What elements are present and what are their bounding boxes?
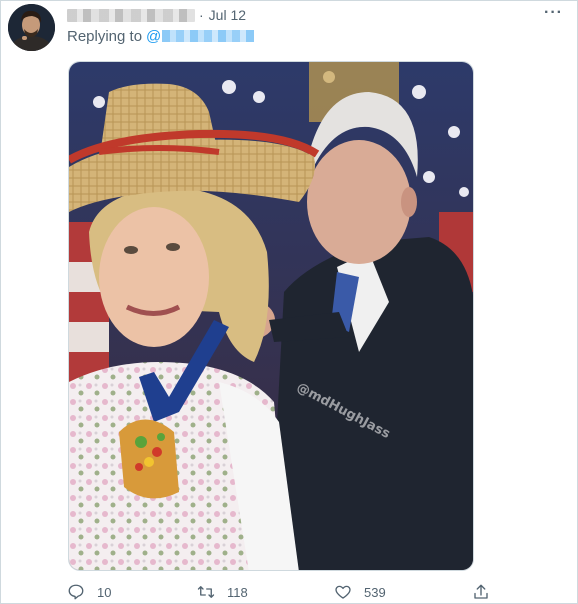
reply-button[interactable]: 10 — [67, 583, 111, 601]
replying-to-handle-redacted[interactable] — [162, 30, 255, 42]
tweet-date[interactable]: Jul 12 — [209, 7, 246, 23]
tweet-image[interactable]: @mdHughJass — [68, 61, 474, 571]
avatar[interactable] — [8, 4, 55, 51]
replying-to-label: Replying to — [67, 27, 143, 45]
author-name-redacted[interactable] — [67, 8, 195, 22]
reply-count: 10 — [97, 584, 112, 600]
meme-illustration — [69, 62, 473, 570]
tweet-card: · Jul 12 ··· Replying to @ @mdHughJass 1… — [0, 0, 578, 604]
retweet-count: 118 — [227, 584, 248, 600]
tweet-actions: 10 118 539 — [67, 583, 497, 603]
tweet-header: · Jul 12 ··· — [67, 5, 563, 24]
like-count: 539 — [364, 584, 386, 600]
retweet-icon — [197, 586, 215, 598]
retweet-button[interactable]: 118 — [197, 583, 248, 601]
reply-icon — [68, 584, 84, 600]
more-options-icon[interactable]: ··· — [544, 5, 563, 21]
header-separator: · — [199, 7, 204, 23]
share-icon — [474, 584, 488, 599]
share-button[interactable] — [472, 583, 502, 601]
replying-to-at[interactable]: @ — [146, 28, 161, 45]
replying-to: Replying to @ — [67, 26, 255, 46]
heart-icon — [335, 585, 351, 599]
like-button[interactable]: 539 — [334, 583, 386, 601]
